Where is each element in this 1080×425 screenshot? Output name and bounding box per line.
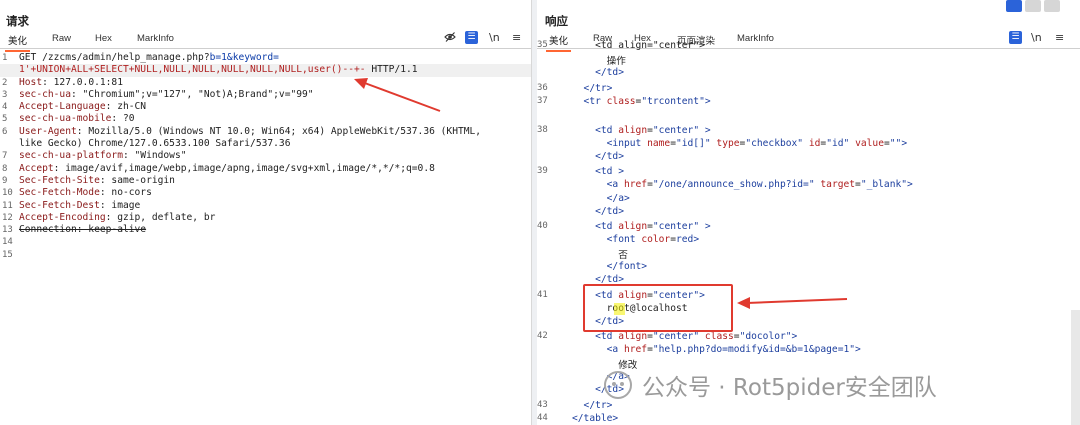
watermark-text: 公众号 · Rot5pider安全团队: [642, 375, 937, 401]
watermark: 公众号 · Rot5pider安全团队: [604, 370, 937, 401]
response-scrollbar[interactable]: [1071, 310, 1080, 425]
wechat-logo-icon: [604, 371, 632, 399]
request-pane: 请求 美化 Raw Hex MarkInfo ☰ \n ≡ 1 GET /zzcm…: [0, 0, 532, 425]
response-pane: 响应 美化 Raw Hex 页面渲染 MarkInfo ☰ \n ≡ 35 <t…: [537, 0, 1080, 425]
